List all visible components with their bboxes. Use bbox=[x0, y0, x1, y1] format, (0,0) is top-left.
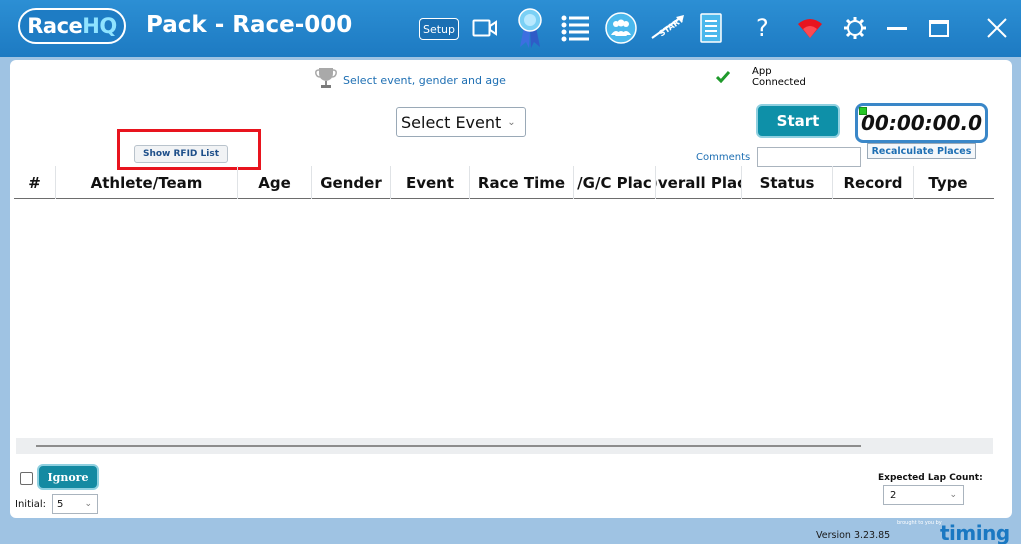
column-header-number[interactable]: # bbox=[14, 166, 56, 199]
video-camera-icon[interactable] bbox=[472, 9, 498, 47]
column-header-event[interactable]: Event bbox=[391, 166, 470, 199]
logo-suffix: HQ bbox=[82, 14, 117, 38]
brought-by-label: brought to you by bbox=[897, 520, 942, 526]
horizontal-scrollbar[interactable] bbox=[16, 438, 993, 454]
comments-input[interactable] bbox=[757, 147, 861, 167]
initial-select[interactable]: 5 ⌄ bbox=[52, 494, 98, 514]
scrollbar-thumb[interactable] bbox=[36, 445, 861, 447]
award-ribbon-icon[interactable] bbox=[516, 8, 544, 48]
lap-count-select[interactable]: 2 ⌄ bbox=[883, 485, 964, 505]
minimize-icon[interactable] bbox=[885, 9, 909, 47]
logo-prefix: Race bbox=[27, 14, 83, 38]
settings-icon[interactable] bbox=[842, 9, 868, 47]
maximize-icon[interactable] bbox=[928, 9, 950, 47]
wifi-icon[interactable] bbox=[796, 9, 824, 47]
close-icon[interactable] bbox=[985, 9, 1009, 47]
start-button[interactable]: Start bbox=[756, 104, 840, 138]
chevron-down-icon: ⌄ bbox=[949, 490, 957, 500]
document-icon[interactable] bbox=[700, 9, 722, 47]
results-table-header: # Athlete/Team Age Gender Event Race Tim… bbox=[14, 166, 994, 199]
column-header-record[interactable]: Record bbox=[833, 166, 914, 199]
event-select-value: Select Event bbox=[401, 112, 502, 132]
column-header-type[interactable]: Type bbox=[914, 166, 982, 199]
main-panel: Select event, gender and age App Connect… bbox=[10, 60, 1012, 518]
lap-count-value: 2 bbox=[890, 489, 897, 501]
results-table-body bbox=[14, 200, 994, 436]
hint-text: Select event, gender and age bbox=[343, 73, 506, 87]
column-header-race-time[interactable]: Race Time bbox=[470, 166, 574, 199]
column-header-gender[interactable]: Gender bbox=[312, 166, 391, 199]
event-select[interactable]: Select Event ⌄ bbox=[396, 107, 526, 137]
connection-status: App Connected bbox=[752, 66, 806, 88]
initial-select-value: 5 bbox=[57, 498, 64, 510]
comments-label: Comments bbox=[696, 152, 751, 163]
race-timer: 00:00:00.0 bbox=[855, 103, 988, 143]
column-header-agc-place[interactable]: /G/C Plac bbox=[574, 166, 656, 199]
title-bar: Race HQ Pack - Race-000 Setup START ? bbox=[0, 0, 1021, 57]
column-header-overall-place[interactable]: )verall Plac bbox=[656, 166, 742, 199]
chevron-down-icon: ⌄ bbox=[84, 499, 92, 509]
window-title: Pack - Race-000 bbox=[146, 12, 353, 38]
app-logo: Race HQ bbox=[18, 8, 126, 44]
column-header-status[interactable]: Status bbox=[742, 166, 833, 199]
ignore-button[interactable]: Ignore bbox=[37, 464, 99, 490]
column-header-age[interactable]: Age bbox=[238, 166, 312, 199]
group-icon[interactable] bbox=[605, 9, 637, 47]
column-header-athlete-team[interactable]: Athlete/Team bbox=[56, 166, 238, 199]
lap-count-label: Expected Lap Count: bbox=[878, 473, 983, 483]
list-icon[interactable] bbox=[560, 9, 590, 47]
version-label: Version 3.23.85 bbox=[816, 530, 891, 541]
help-icon[interactable]: ? bbox=[756, 9, 769, 47]
initial-label: Initial: bbox=[15, 499, 47, 510]
ignore-checkbox[interactable] bbox=[20, 472, 33, 485]
setup-button[interactable]: Setup bbox=[419, 18, 459, 40]
trophy-icon bbox=[315, 66, 337, 94]
start-flag-icon[interactable]: START bbox=[650, 9, 686, 47]
hint-row: Select event, gender and age bbox=[315, 66, 506, 94]
check-icon bbox=[715, 68, 731, 87]
recalculate-places-button[interactable]: Recalculate Places bbox=[867, 143, 976, 159]
chevron-down-icon: ⌄ bbox=[507, 116, 516, 128]
timing-brand-logo: timing bbox=[940, 521, 1010, 544]
highlight-box bbox=[117, 129, 261, 170]
timer-status-led bbox=[859, 107, 867, 115]
